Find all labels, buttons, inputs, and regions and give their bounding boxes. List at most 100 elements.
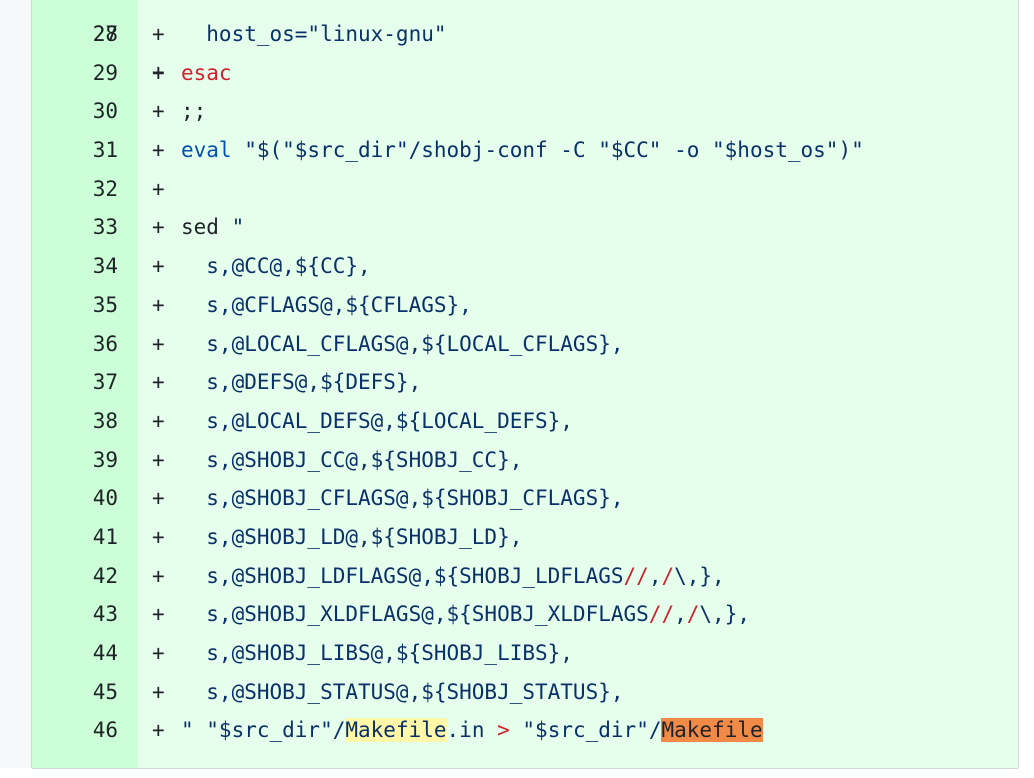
- code-token: ": [231, 215, 245, 240]
- diff-add-marker: +: [152, 602, 165, 627]
- code-token: //: [623, 563, 649, 588]
- partial-diff-line: 27 + ;;: [32, 0, 1018, 123]
- code-token: s,@SHOBJ_XLDFLAGS@,${SHOBJ_XLDFLAGS: [181, 602, 649, 627]
- diff-add-marker: +: [152, 215, 165, 240]
- code-token: >: [497, 718, 510, 743]
- code-token: sed: [181, 215, 232, 240]
- line-number[interactable]: 45: [32, 673, 118, 712]
- code-token: host_os="linux-gnu": [181, 22, 447, 46]
- code-token: s,@DEFS@,${DEFS},: [181, 370, 422, 395]
- line-code: eval "$("$src_dir"/shobj-conf -C "$CC" -…: [181, 131, 864, 170]
- code-token: s,@SHOBJ_LD@,${SHOBJ_LD},: [181, 524, 523, 549]
- line-code: s,@SHOBJ_CC@,${SHOBJ_CC},: [181, 441, 522, 480]
- code-token: "$("$src_dir"/shobj-conf -C "$CC" -o "$h…: [231, 138, 864, 163]
- diff-line: 43 + s,@SHOBJ_XLDFLAGS@,${SHOBJ_XLDFLAGS/…: [32, 595, 1018, 634]
- code-token: s,@CFLAGS@,${CFLAGS},: [181, 292, 472, 317]
- line-number[interactable]: 37: [32, 363, 118, 402]
- line-number[interactable]: 29: [32, 54, 118, 93]
- diff-line: 37 + s,@DEFS@,${DEFS},: [32, 363, 1018, 402]
- line-number[interactable]: 34: [32, 247, 118, 286]
- line-number[interactable]: 42: [32, 557, 118, 596]
- code-token: "$src_dir"/: [509, 718, 662, 743]
- line-code: s,@DEFS@,${DEFS},: [181, 363, 421, 402]
- diff-line: 39 + s,@SHOBJ_CC@,${SHOBJ_CC},: [32, 441, 1018, 480]
- diff-line: 40 + s,@SHOBJ_CFLAGS@,${SHOBJ_CFLAGS},: [32, 479, 1018, 518]
- line-number[interactable]: 39: [32, 441, 118, 480]
- diff-add-marker: +: [152, 524, 165, 549]
- line-code: s,@SHOBJ_LIBS@,${SHOBJ_LIBS},: [181, 634, 573, 673]
- line-code: esac: [181, 54, 232, 93]
- diff-add-marker: +: [152, 60, 165, 85]
- diff-line: 41 + s,@SHOBJ_LD@,${SHOBJ_LD},: [32, 518, 1018, 557]
- code-token: Makefile: [345, 718, 447, 743]
- diff-add-marker: +: [152, 408, 165, 433]
- diff-line: 36 + s,@LOCAL_CFLAGS@,${LOCAL_CFLAGS},: [32, 325, 1018, 364]
- code-token: ,: [648, 563, 662, 588]
- code-token: s,@CC@,${CC},: [181, 254, 371, 279]
- diff-line: 45 + s,@SHOBJ_STATUS@,${SHOBJ_STATUS},: [32, 673, 1018, 712]
- diff-add-marker: +: [152, 292, 165, 317]
- line-number[interactable]: 43: [32, 595, 118, 634]
- diff-add-marker: +: [152, 718, 165, 743]
- left-gutter: [0, 0, 32, 768]
- code-token: //: [648, 602, 675, 627]
- diff-add-marker: +: [152, 447, 165, 472]
- code-token: \,},: [699, 602, 750, 627]
- code-token: s,@SHOBJ_LIBS@,${SHOBJ_LIBS},: [181, 641, 573, 665]
- diff-line: 30 +: [32, 92, 1018, 131]
- diff-add-marker: +: [152, 176, 165, 201]
- line-code: s,@SHOBJ_LDFLAGS@,${SHOBJ_LDFLAGS//,/\,}…: [181, 557, 725, 596]
- line-number[interactable]: 40: [32, 479, 118, 518]
- diff-lines: 28 + host_os="linux-gnu" 29 + esac 30 +31 + eval…: [32, 15, 1018, 750]
- line-number[interactable]: 41: [32, 518, 118, 557]
- line-code: s,@SHOBJ_XLDFLAGS@,${SHOBJ_XLDFLAGS//,/\…: [181, 595, 750, 634]
- line-number[interactable]: 32: [32, 170, 118, 209]
- diff-line: 46 + " "$src_dir"/Makefile.in > "$src_dir"…: [32, 711, 1018, 750]
- diff-add-marker: +: [152, 486, 165, 511]
- diff-line: 38 + s,@LOCAL_DEFS@,${LOCAL_DEFS},: [32, 402, 1018, 441]
- code-token: s,@LOCAL_CFLAGS@,${LOCAL_CFLAGS},: [181, 331, 624, 356]
- code-token: esac: [181, 60, 232, 85]
- diff-add-marker: +: [152, 138, 165, 163]
- code-token: s,@SHOBJ_LDFLAGS@,${SHOBJ_LDFLAGS: [181, 563, 624, 588]
- diff-add-marker: +: [152, 254, 165, 279]
- line-code: s,@CC@,${CC},: [181, 247, 371, 286]
- line-number[interactable]: 46: [32, 711, 118, 750]
- diff-add-marker: +: [152, 331, 165, 356]
- line-number[interactable]: 30: [32, 92, 118, 131]
- line-code: sed ": [181, 208, 244, 247]
- line-number[interactable]: 28: [32, 15, 118, 54]
- code-token: eval: [181, 138, 232, 163]
- line-number[interactable]: 36: [32, 325, 118, 364]
- line-number[interactable]: 38: [32, 402, 118, 441]
- line-code: s,@CFLAGS@,${CFLAGS},: [181, 286, 472, 325]
- code-token: \,},: [674, 563, 725, 588]
- code-token: s,@SHOBJ_CC@,${SHOBJ_CC},: [181, 447, 523, 472]
- code-token: s,@SHOBJ_STATUS@,${SHOBJ_STATUS},: [181, 679, 624, 704]
- code-token: .in: [446, 718, 498, 743]
- code-token: ,: [674, 602, 687, 627]
- diff-add-marker: +: [152, 641, 165, 665]
- diff-line: 35 + s,@CFLAGS@,${CFLAGS},: [32, 286, 1018, 325]
- line-number[interactable]: 35: [32, 286, 118, 325]
- line-number[interactable]: 44: [32, 634, 118, 673]
- code-token: Makefile: [661, 718, 763, 743]
- diff-line: 42 + s,@SHOBJ_LDFLAGS@,${SHOBJ_LDFLAGS//,…: [32, 557, 1018, 596]
- diff-add-marker: +: [152, 99, 165, 124]
- diff-add-marker: +: [152, 563, 165, 588]
- diff-line: 34 + s,@CC@,${CC},: [32, 247, 1018, 286]
- diff-line: 44 + s,@SHOBJ_LIBS@,${SHOBJ_LIBS},: [32, 634, 1018, 673]
- line-code: s,@LOCAL_CFLAGS@,${LOCAL_CFLAGS},: [181, 325, 624, 364]
- diff-line: 28 + host_os="linux-gnu": [32, 15, 1018, 54]
- line-number[interactable]: 33: [32, 208, 118, 247]
- code-token: /: [661, 563, 675, 588]
- code-token: s,@LOCAL_DEFS@,${LOCAL_DEFS},: [181, 408, 573, 433]
- line-number[interactable]: 31: [32, 131, 118, 170]
- line-code: " "$src_dir"/Makefile.in > "$src_dir"/Ma…: [181, 711, 763, 750]
- code-token: /: [686, 602, 700, 627]
- line-code: s,@SHOBJ_STATUS@,${SHOBJ_STATUS},: [181, 673, 624, 712]
- diff-add-marker: +: [152, 370, 165, 395]
- line-code: s,@SHOBJ_CFLAGS@,${SHOBJ_CFLAGS},: [181, 479, 623, 518]
- diff-table: 27 + ;; 28 + host_os="linux-gnu" 29 + esac 30…: [32, 0, 1019, 768]
- code-token: " "$src_dir"/: [181, 718, 346, 743]
